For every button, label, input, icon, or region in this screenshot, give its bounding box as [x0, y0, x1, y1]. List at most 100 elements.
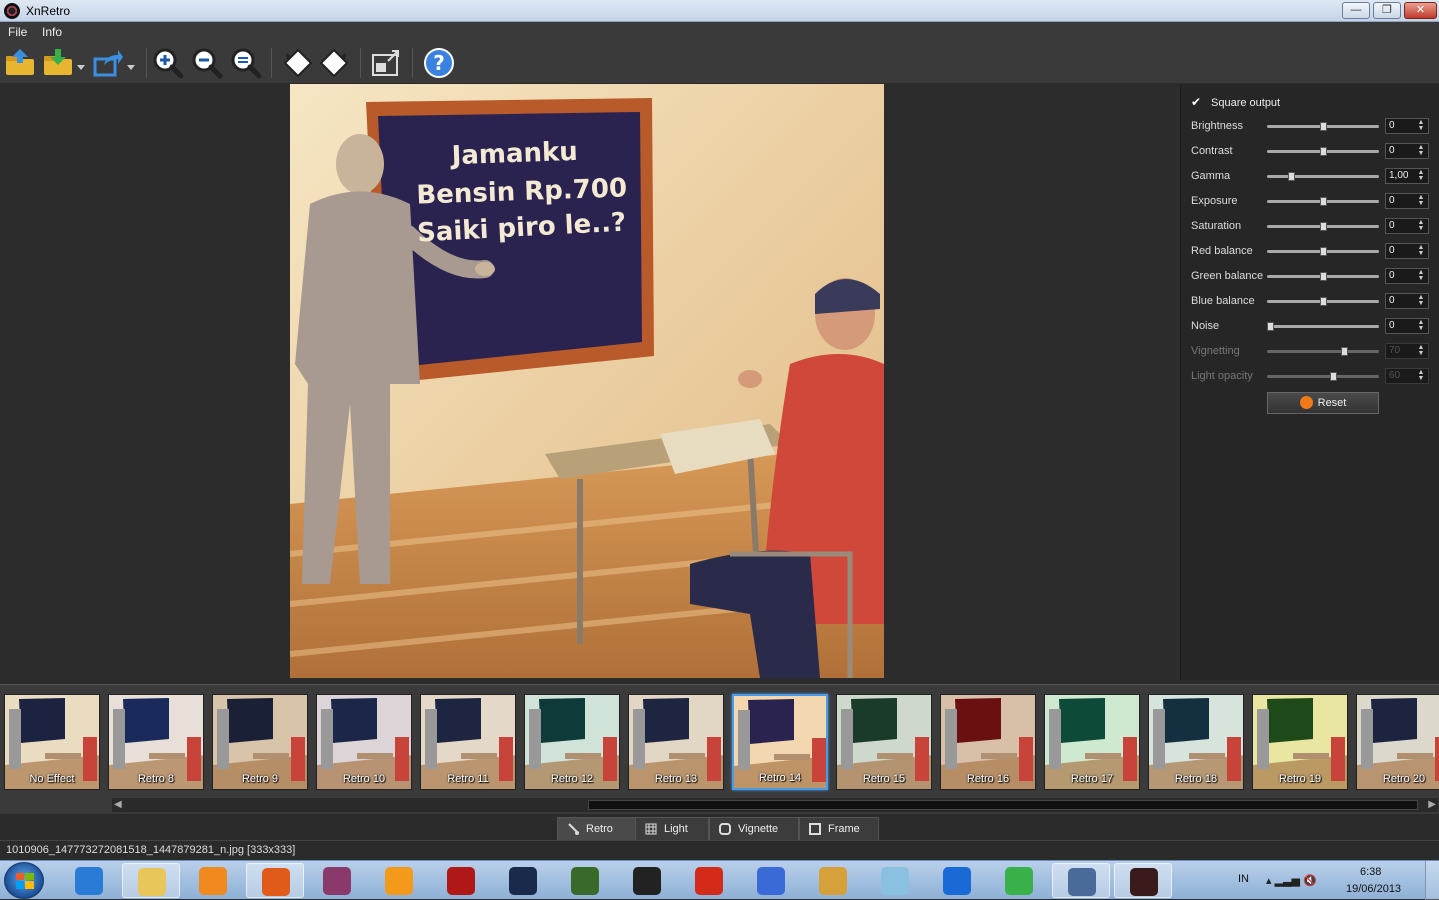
spin-arrows-icon[interactable]: ▲ ▼: [1416, 244, 1426, 257]
slider-handle[interactable]: [1320, 197, 1327, 206]
adjustment-slider[interactable]: [1267, 294, 1379, 308]
show-desktop-button[interactable]: [1425, 861, 1439, 900]
adjustment-slider[interactable]: [1267, 244, 1379, 258]
effect-thumbnail[interactable]: Retro 17: [1044, 694, 1140, 790]
scroll-right-icon[interactable]: ▶: [1428, 799, 1436, 810]
slider-handle[interactable]: [1320, 222, 1327, 231]
spin-arrows-icon[interactable]: ▲ ▼: [1416, 119, 1426, 132]
effect-thumbnail[interactable]: Retro 13: [628, 694, 724, 790]
scrollbar-thumb[interactable]: [588, 800, 1418, 810]
language-indicator[interactable]: IN: [1238, 873, 1249, 885]
adjustment-spinbox[interactable]: 0 ▲ ▼: [1385, 218, 1429, 234]
tab-light[interactable]: Light: [635, 817, 709, 840]
taskbar-app-tf-app[interactable]: [618, 863, 676, 898]
close-button[interactable]: ✕: [1404, 2, 1437, 19]
menu-file[interactable]: File: [8, 25, 27, 39]
maximize-button[interactable]: ❐: [1373, 2, 1401, 19]
taskbar-app-teamviewer[interactable]: [928, 863, 986, 898]
spin-arrows-icon[interactable]: ▲ ▼: [1416, 194, 1426, 207]
effect-thumbnail[interactable]: Retro 20: [1356, 694, 1439, 790]
effect-thumbnail[interactable]: Retro 15: [836, 694, 932, 790]
adjustment-spinbox[interactable]: 0 ▲ ▼: [1385, 243, 1429, 259]
effect-thumbnail[interactable]: No Effect: [4, 694, 100, 790]
tab-vignette[interactable]: Vignette: [709, 817, 799, 840]
clock-date[interactable]: 19/06/2013: [1346, 883, 1401, 895]
adjustment-slider[interactable]: [1267, 194, 1379, 208]
slider-handle[interactable]: [1288, 172, 1295, 181]
adjustment-slider[interactable]: [1267, 169, 1379, 183]
scroll-left-icon[interactable]: ◀: [114, 799, 122, 810]
effect-thumbnail[interactable]: Retro 19: [1252, 694, 1348, 790]
save-folder-icon[interactable]: [42, 47, 74, 79]
tab-retro[interactable]: Retro: [557, 817, 641, 840]
adjustment-spinbox[interactable]: 0 ▲ ▼: [1385, 318, 1429, 334]
taskbar-app-orange-app[interactable]: [370, 863, 428, 898]
tray-icons[interactable]: ▴ ▂▃▅ 🔇: [1266, 874, 1317, 887]
square-output-checkbox[interactable]: ✔: [1191, 96, 1204, 109]
effect-thumbnail[interactable]: Retro 10: [316, 694, 412, 790]
slider-handle[interactable]: [1320, 247, 1327, 256]
taskbar-app-media-player[interactable]: [184, 863, 242, 898]
adjustment-slider[interactable]: [1267, 319, 1379, 333]
help-icon[interactable]: ?: [423, 47, 455, 79]
share-icon[interactable]: [92, 47, 124, 79]
adjustment-spinbox[interactable]: 0 ▲ ▼: [1385, 143, 1429, 159]
spin-arrows-icon[interactable]: ▲ ▼: [1416, 294, 1426, 307]
zoom-in-icon[interactable]: [152, 47, 184, 79]
start-button[interactable]: [4, 862, 44, 899]
rotate-right-icon[interactable]: [318, 47, 350, 79]
effect-thumbnail[interactable]: Retro 8: [108, 694, 204, 790]
slider-handle[interactable]: [1320, 147, 1327, 156]
slider-handle[interactable]: [1267, 322, 1274, 331]
effect-thumbnail[interactable]: Retro 12: [524, 694, 620, 790]
spin-arrows-icon[interactable]: ▲ ▼: [1416, 144, 1426, 157]
adjustment-slider[interactable]: [1267, 219, 1379, 233]
effect-thumbnail[interactable]: Retro 18: [1148, 694, 1244, 790]
adjustment-spinbox[interactable]: 0 ▲ ▼: [1385, 118, 1429, 134]
spin-arrows-icon[interactable]: ▲ ▼: [1416, 169, 1426, 182]
menu-info[interactable]: Info: [42, 25, 62, 39]
taskbar-app-notes-app[interactable]: [866, 863, 924, 898]
image-preview[interactable]: Jamanku Bensin Rp.700 Saiki piro le..?: [290, 84, 884, 678]
spin-arrows-icon[interactable]: ▲ ▼: [1416, 219, 1426, 232]
adjustment-spinbox[interactable]: 0 ▲ ▼: [1385, 293, 1429, 309]
clock-time[interactable]: 6:38: [1360, 866, 1381, 878]
effect-thumbnail[interactable]: Retro 9: [212, 694, 308, 790]
rotate-left-icon[interactable]: [282, 47, 314, 79]
filmstrip-scrollbar[interactable]: ◀ ▶: [112, 798, 1438, 812]
adjustment-spinbox[interactable]: 0 ▲ ▼: [1385, 193, 1429, 209]
open-folder-icon[interactable]: [4, 47, 36, 79]
taskbar-app-explorer[interactable]: [122, 863, 180, 898]
resize-icon[interactable]: [370, 47, 402, 79]
slider-handle[interactable]: [1320, 297, 1327, 306]
save-dropdown-chevron-icon[interactable]: [74, 47, 88, 79]
slider-handle[interactable]: [1320, 272, 1327, 281]
taskbar-app-globe-app[interactable]: [990, 863, 1048, 898]
zoom-fit-icon[interactable]: [230, 47, 262, 79]
share-dropdown-chevron-icon[interactable]: [124, 47, 138, 79]
spin-arrows-icon[interactable]: ▲ ▼: [1416, 319, 1426, 332]
taskbar-app-ie[interactable]: [60, 863, 118, 898]
adjustment-slider[interactable]: [1267, 269, 1379, 283]
slider-handle[interactable]: [1320, 122, 1327, 131]
adjustment-slider[interactable]: [1267, 144, 1379, 158]
adjustment-slider[interactable]: [1267, 119, 1379, 133]
taskbar-app-skull-app-2[interactable]: [494, 863, 552, 898]
taskbar-app-skull-app-1[interactable]: [432, 863, 490, 898]
spin-arrows-icon[interactable]: ▲ ▼: [1416, 269, 1426, 282]
zoom-out-icon[interactable]: [191, 47, 223, 79]
minimize-button[interactable]: —: [1342, 2, 1370, 19]
adjustment-spinbox[interactable]: 0 ▲ ▼: [1385, 268, 1429, 284]
tab-frame[interactable]: Frame: [799, 817, 879, 840]
adjustment-spinbox[interactable]: 1,00 ▲ ▼: [1385, 168, 1429, 184]
effect-thumbnail[interactable]: Retro 14: [732, 694, 828, 790]
taskbar-app-stop-app[interactable]: [680, 863, 738, 898]
taskbar-app-network-app[interactable]: [742, 863, 800, 898]
taskbar-app-search-app[interactable]: [1052, 863, 1110, 898]
reset-button[interactable]: Reset: [1267, 392, 1379, 414]
effect-thumbnail[interactable]: Retro 11: [420, 694, 516, 790]
taskbar-app-winrar[interactable]: [308, 863, 366, 898]
effect-thumbnail[interactable]: Retro 16: [940, 694, 1036, 790]
taskbar-app-terminal-app[interactable]: [556, 863, 614, 898]
taskbar-app-firefox[interactable]: [246, 863, 304, 898]
